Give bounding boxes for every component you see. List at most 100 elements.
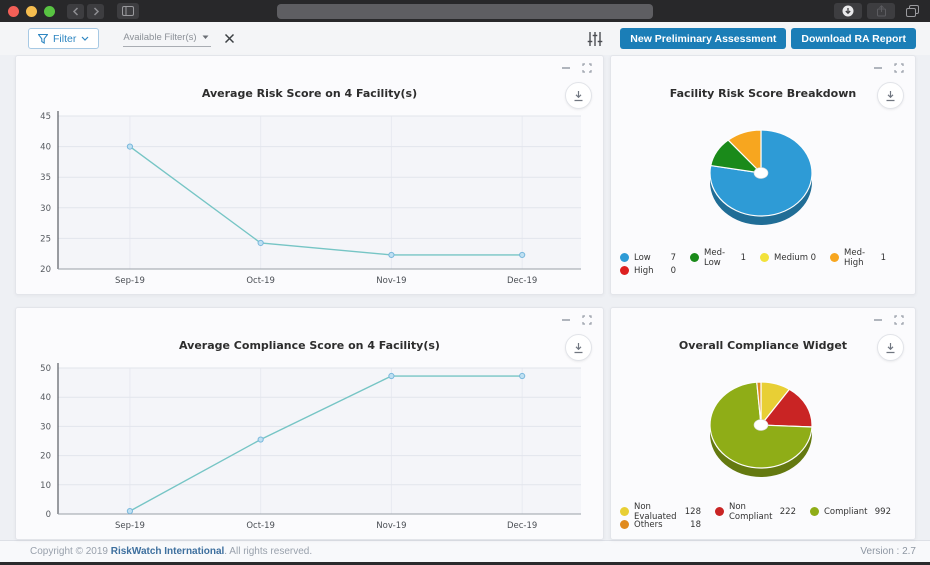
address-input[interactable] (277, 7, 653, 22)
caret-down-icon (202, 35, 209, 40)
legend-item[interactable]: High0 (620, 264, 690, 277)
share-button[interactable] (867, 3, 895, 19)
download-icon (885, 90, 896, 102)
tabs-button[interactable] (900, 3, 924, 19)
browser-window: Filter Available Filter(s) New Prelimina… (0, 0, 930, 565)
panel-actions (561, 63, 592, 73)
copyright-suffix: . All rights reserved. (224, 546, 312, 557)
collapse-icon[interactable] (873, 315, 883, 325)
panel-title: Facility Risk Score Breakdown (611, 87, 915, 100)
expand-icon[interactable] (582, 315, 592, 325)
data-point[interactable] (258, 240, 263, 245)
legend-item[interactable]: Compliant 992 (810, 505, 905, 518)
clear-filter-button[interactable] (224, 33, 235, 44)
legend-item[interactable]: Low7 (620, 251, 690, 264)
svg-text:Dec-19: Dec-19 (507, 521, 537, 531)
legend-item[interactable]: Non Compliant222 (715, 505, 810, 518)
collapse-icon[interactable] (561, 63, 571, 73)
filter-button[interactable]: Filter (28, 28, 99, 49)
data-point[interactable] (127, 508, 132, 513)
legend-swatch (620, 507, 629, 516)
collapse-icon[interactable] (873, 63, 883, 73)
legend-swatch (620, 266, 629, 275)
compliance-line-chart: 01020304050Sep-19Oct-19Nov-19Dec-19 (30, 360, 589, 536)
legend-swatch (620, 253, 629, 262)
legend-item[interactable]: Non Evaluated128 (620, 505, 715, 518)
tabs-icon (906, 5, 919, 17)
svg-text:Sep-19: Sep-19 (115, 276, 145, 286)
legend-value: 7 (671, 253, 690, 263)
copyright-text: Copyright © 2019 RiskWatch International… (30, 546, 312, 557)
compliance-pie-legend: Non Evaluated128Non Compliant222Complian… (620, 505, 905, 531)
panel-actions (561, 315, 592, 325)
svg-text:Nov-19: Nov-19 (376, 521, 406, 531)
svg-text:Dec-19: Dec-19 (507, 276, 537, 286)
data-point[interactable] (389, 373, 394, 378)
data-point[interactable] (127, 144, 132, 149)
compliance-score-panel: Average Compliance Score on 4 Facility(s… (15, 307, 604, 540)
svg-text:Oct-19: Oct-19 (246, 276, 275, 286)
titlebar (0, 0, 930, 22)
svg-text:Sep-19: Sep-19 (115, 521, 145, 531)
address-bar[interactable] (277, 4, 653, 19)
available-filters-select[interactable]: Available Filter(s) (123, 30, 211, 47)
data-point[interactable] (520, 252, 525, 257)
sidebar-toggle-button[interactable] (117, 3, 139, 19)
close-window-button[interactable] (8, 6, 19, 17)
new-preliminary-assessment-button[interactable]: New Preliminary Assessment (620, 28, 786, 49)
funnel-icon (38, 34, 48, 44)
sliders-icon[interactable] (587, 31, 603, 47)
download-icon (885, 342, 896, 354)
riskwatch-link[interactable]: RiskWatch International (111, 546, 225, 557)
collapse-icon[interactable] (561, 315, 571, 325)
zoom-window-button[interactable] (44, 6, 55, 17)
export-chart-button[interactable] (565, 82, 592, 109)
legend-swatch (760, 253, 769, 262)
back-button[interactable] (67, 4, 84, 19)
svg-text:Nov-19: Nov-19 (376, 276, 406, 286)
export-chart-button[interactable] (877, 82, 904, 109)
legend-value: 18 (690, 520, 715, 530)
legend-label: Compliant (824, 507, 867, 517)
legend-swatch (810, 507, 819, 516)
close-icon (224, 33, 235, 44)
traffic-lights (8, 6, 55, 17)
minimize-window-button[interactable] (26, 6, 37, 17)
risk-line-chart: 202530354045Sep-19Oct-19Nov-19Dec-19 (30, 108, 589, 291)
filter-button-label: Filter (53, 33, 76, 45)
svg-text:10: 10 (40, 481, 51, 491)
downloads-button[interactable] (834, 3, 862, 19)
svg-text:0: 0 (46, 510, 51, 520)
legend-label: Medium (774, 253, 808, 263)
legend-item[interactable]: Med-Low1 (690, 251, 760, 264)
legend-value: 1 (881, 253, 900, 263)
svg-text:20: 20 (40, 452, 51, 462)
forward-button[interactable] (87, 4, 104, 19)
dashboard-main: Filter Available Filter(s) New Prelimina… (0, 22, 930, 540)
legend-item[interactable]: Medium0 (760, 251, 830, 264)
risk-score-panel: Average Risk Score on 4 Facility(s) 2025… (15, 55, 604, 295)
panel-actions (873, 63, 904, 73)
legend-item[interactable]: Med-High1 (830, 251, 900, 264)
expand-icon[interactable] (582, 63, 592, 73)
expand-icon[interactable] (894, 315, 904, 325)
legend-label: Others (634, 520, 663, 530)
data-point[interactable] (520, 373, 525, 378)
svg-text:Oct-19: Oct-19 (246, 521, 275, 531)
legend-swatch (620, 520, 629, 529)
legend-label: High (634, 266, 654, 276)
legend-item[interactable]: Others 18 (620, 518, 715, 531)
legend-value: 992 (875, 507, 905, 517)
download-ra-report-button[interactable]: Download RA Report (791, 28, 916, 49)
legend-swatch (830, 253, 839, 262)
data-point[interactable] (389, 252, 394, 257)
svg-text:45: 45 (40, 112, 51, 122)
svg-text:25: 25 (40, 234, 51, 244)
legend-value: 0 (811, 253, 830, 263)
chevron-right-icon (92, 7, 100, 16)
export-chart-button[interactable] (565, 334, 592, 361)
export-chart-button[interactable] (877, 334, 904, 361)
expand-icon[interactable] (894, 63, 904, 73)
risk-pie-legend: Low7Med-Low1Medium0Med-High1High0 (620, 251, 900, 277)
data-point[interactable] (258, 437, 263, 442)
